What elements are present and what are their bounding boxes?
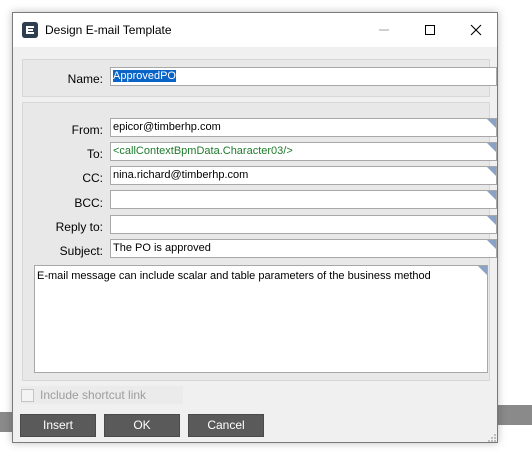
window-title: Design E-mail Template (45, 23, 172, 37)
epicor-e-icon (22, 22, 38, 38)
maximize-button[interactable] (407, 13, 453, 47)
to-label: To: (86, 147, 103, 161)
background-window-strip (0, 412, 12, 432)
include-shortcut-checkbox[interactable] (21, 389, 34, 402)
name-panel: Name: ApprovedPO (22, 59, 497, 97)
resize-grip-icon[interactable] (487, 432, 497, 442)
design-email-template-dialog: Design E-mail Template Name: ApprovedPO … (12, 12, 498, 443)
close-icon (470, 24, 482, 36)
minimize-icon (379, 29, 389, 31)
field-expand-icon[interactable] (487, 119, 496, 128)
field-expand-icon[interactable] (487, 143, 496, 152)
bcc-label: BCC: (74, 196, 103, 210)
to-field[interactable]: <callContextBpmData.Character03/> (110, 142, 497, 161)
minimize-button[interactable] (361, 13, 407, 47)
ok-button[interactable]: OK (104, 414, 180, 437)
reply-to-field[interactable] (110, 215, 497, 234)
from-value: epicor@timberhp.com (113, 121, 221, 133)
subject-field[interactable]: The PO is approved (110, 239, 497, 258)
field-expand-icon[interactable] (487, 216, 496, 225)
field-expand-icon[interactable] (478, 266, 487, 275)
bcc-field[interactable] (110, 190, 497, 209)
subject-value: The PO is approved (113, 242, 211, 254)
cc-label: CC: (82, 171, 103, 185)
title-bar[interactable]: Design E-mail Template (13, 13, 497, 47)
close-button[interactable] (453, 13, 499, 47)
name-value: ApprovedPO (113, 70, 176, 82)
maximize-icon (425, 25, 435, 35)
reply-to-label: Reply to: (55, 220, 103, 234)
include-shortcut-option[interactable]: Include shortcut link (21, 386, 183, 404)
background-window-strip (498, 405, 532, 425)
message-body-text: E-mail message can include scalar and ta… (37, 270, 431, 282)
to-value: <callContextBpmData.Character03/> (113, 145, 293, 157)
message-body-field[interactable]: E-mail message can include scalar and ta… (34, 265, 488, 373)
name-field[interactable]: ApprovedPO (110, 67, 497, 86)
cc-field[interactable]: nina.richard@timberhp.com (110, 166, 497, 185)
cc-value: nina.richard@timberhp.com (113, 169, 249, 181)
include-shortcut-label: Include shortcut link (40, 388, 147, 402)
field-expand-icon[interactable] (487, 167, 496, 176)
field-expand-icon[interactable] (487, 240, 496, 249)
name-label: Name: (67, 72, 103, 86)
insert-button[interactable]: Insert (20, 414, 96, 437)
from-field[interactable]: epicor@timberhp.com (110, 118, 497, 137)
from-label: From: (71, 123, 103, 137)
subject-label: Subject: (59, 244, 103, 258)
field-expand-icon[interactable] (487, 191, 496, 200)
cancel-button[interactable]: Cancel (188, 414, 264, 437)
